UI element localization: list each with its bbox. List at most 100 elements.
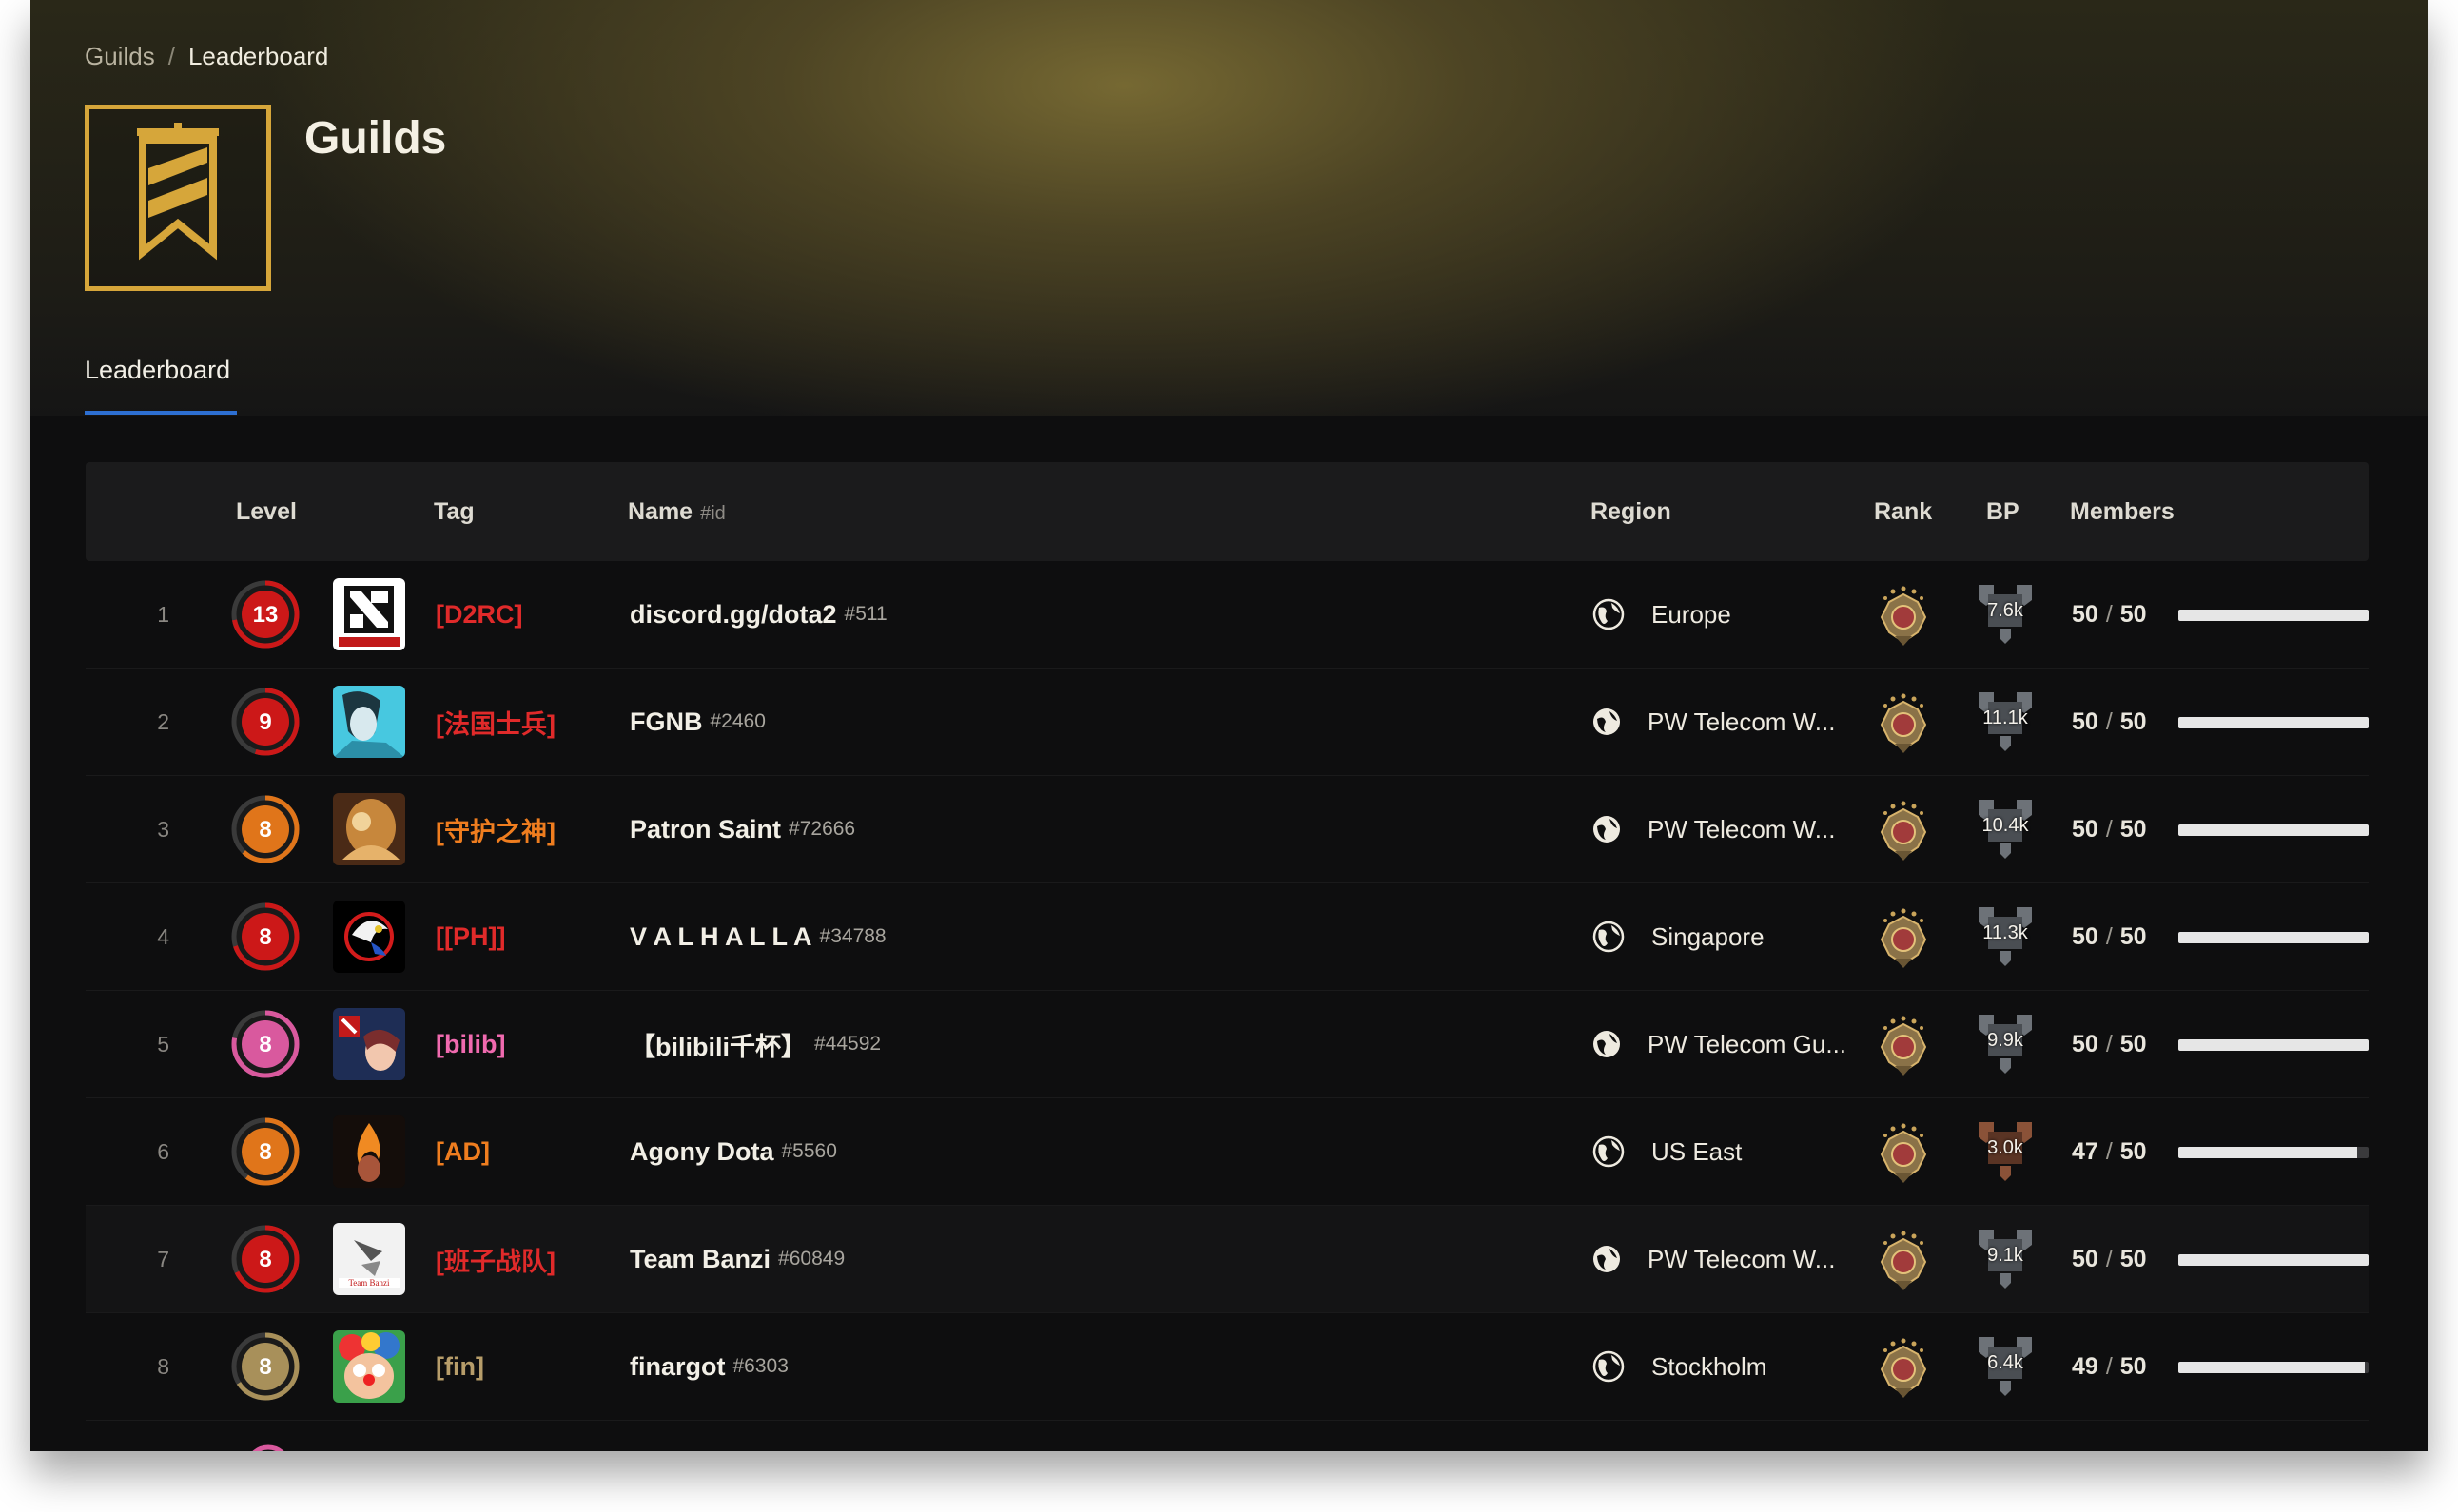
flame-avatar[interactable] — [333, 1115, 405, 1188]
guild-id: #2460 — [710, 710, 766, 732]
globe-icon — [1592, 1135, 1638, 1168]
guild-tag: [守护之神] — [436, 817, 556, 846]
battle-points: 9.1k — [1975, 1226, 2036, 1292]
guild-region: US East — [1592, 1098, 1742, 1205]
table-row[interactable]: 3 8 [守护之神] Patron Saint #72666 PW Telecom… — [86, 776, 2369, 883]
level-value: 8 — [259, 1247, 271, 1272]
level-value: 8 — [259, 1032, 271, 1057]
header-level[interactable]: Level — [236, 462, 297, 561]
guild-tag: [fin] — [436, 1351, 484, 1381]
member-count: 47/50 — [2072, 1137, 2147, 1165]
guild-tag: [班子战队] — [436, 1247, 556, 1276]
guild-name[interactable]: 【bilibili千杯】 #44592 — [630, 991, 881, 1097]
tab-leaderboard[interactable]: Leaderboard — [85, 356, 230, 385]
guild-header: Guilds / Leaderboard Guilds Leaderboard — [30, 0, 2428, 416]
header-name-id: #id — [700, 503, 726, 524]
region-label: PW Telecom Gu... — [1648, 1029, 1847, 1058]
guild-name[interactable]: Team Banzi #60849 — [630, 1206, 845, 1312]
member-capacity-fill — [2178, 1039, 2369, 1051]
clown-avatar[interactable] — [333, 1330, 405, 1403]
guild-tag: [bilib] — [436, 1029, 506, 1058]
guild-tag: [法国士兵] — [436, 709, 556, 739]
member-capacity-fill — [2178, 1254, 2369, 1266]
guild-tag: [D2RC] — [436, 599, 523, 629]
member-capacity: 50 — [2119, 708, 2147, 735]
guild-name-text: V A L H A L L A — [630, 921, 812, 951]
header-region[interactable]: Region — [1590, 462, 1671, 561]
header-tag[interactable]: Tag — [434, 462, 475, 561]
region-label: PW Telecom W... — [1648, 1244, 1836, 1273]
header-rank[interactable]: Rank — [1874, 462, 1932, 561]
dragon-emblem-avatar[interactable] — [333, 901, 405, 973]
row-position: 3 — [157, 816, 169, 842]
level-badge: 9 — [231, 688, 300, 756]
banner-icon — [137, 123, 219, 261]
guild-id: #511 — [844, 603, 888, 625]
golden-hero-avatar[interactable] — [333, 793, 405, 865]
guild-id: #72666 — [789, 818, 856, 840]
member-current: 47 — [2072, 1137, 2098, 1165]
level-badge: 13 — [231, 580, 300, 649]
battle-points: 11.1k — [1975, 688, 2036, 755]
region-icon — [1592, 708, 1634, 736]
page-title: Guilds — [304, 113, 447, 164]
guild-id: #34788 — [819, 925, 887, 947]
battle-points: 10.4k — [1975, 796, 2036, 863]
table-row[interactable]: 1 13 [D2RC] discord.gg/dota2 #511 Europe … — [86, 561, 2369, 669]
member-current: 50 — [2072, 815, 2098, 843]
dota-logo-avatar[interactable] — [333, 578, 405, 650]
table-row[interactable]: 4 8 [[PH]] V A L H A L L A #34788 Singapo… — [86, 883, 2369, 991]
guild-name[interactable]: Patron Saint #72666 — [630, 776, 855, 882]
guild-region: Singapore — [1592, 883, 1765, 990]
guild-name[interactable]: finargot #6303 — [630, 1313, 789, 1420]
level-value: 8 — [259, 817, 271, 843]
team-banzi-avatar[interactable]: Team Banzi — [333, 1223, 405, 1295]
member-current: 50 — [2072, 708, 2098, 735]
header-bp[interactable]: BP — [1986, 462, 2019, 561]
guild-name[interactable]: discord.gg/dota2 #511 — [630, 561, 888, 668]
guild-name[interactable]: FGNB #2460 — [630, 669, 766, 775]
member-capacity: 50 — [2119, 1137, 2147, 1165]
header-name[interactable]: Name #id — [628, 462, 726, 563]
member-count: 49/50 — [2072, 1352, 2147, 1380]
guild-name-text: Team Banzi — [630, 1244, 771, 1273]
table-row[interactable]: 2 9 [法国士兵] FGNB #2460 PW Telecom W... 11.… — [86, 669, 2369, 776]
bp-value: 10.4k — [1981, 815, 2029, 836]
member-capacity-fill — [2178, 610, 2369, 621]
member-capacity: 50 — [2119, 1352, 2147, 1380]
member-count: 50/50 — [2072, 1030, 2147, 1057]
level-badge: 8 — [231, 1332, 300, 1401]
table-row[interactable]: 7 8 Team Banzi [班子战队] Team Banzi #60849 P… — [86, 1206, 2369, 1313]
member-count: 50/50 — [2072, 815, 2147, 843]
guild-name[interactable]: V A L H A L L A #34788 — [630, 883, 887, 990]
hero-face-avatar[interactable] — [333, 686, 405, 758]
battle-points: 11.3k — [1975, 903, 2036, 970]
bp-value: 6.4k — [1987, 1352, 2023, 1373]
row-position: 5 — [157, 1031, 169, 1056]
table-row[interactable]: 8 8 [fin] finargot #6303 Stockholm 6.4k 4… — [86, 1313, 2369, 1421]
guild-id: #6303 — [732, 1355, 789, 1377]
guild-name-text: FGNB — [630, 707, 703, 736]
row-position: 4 — [157, 923, 169, 949]
breadcrumb-guilds-link[interactable]: Guilds — [85, 42, 155, 71]
header-members[interactable]: Members — [2070, 462, 2175, 561]
table-row[interactable]: 5 8 [bilib] 【bilibili千杯】 #44592 PW Teleco… — [86, 991, 2369, 1098]
guild-region: Stockholm — [1592, 1313, 1766, 1420]
rank-medal-icon — [1880, 693, 1927, 753]
anime-dota-avatar[interactable] — [333, 1008, 405, 1080]
member-capacity: 50 — [2119, 815, 2147, 843]
guild-name[interactable]: Agony Dota #5560 — [630, 1098, 837, 1205]
globe-icon — [1592, 921, 1638, 953]
leaderboard-table: Level Tag Name #id Region Rank BP Members… — [86, 462, 2369, 1421]
table-row[interactable]: 6 8 [AD] Agony Dota #5560 US East 3.0k 47… — [86, 1098, 2369, 1206]
member-capacity-bar — [2178, 610, 2369, 621]
region-label: PW Telecom W... — [1648, 814, 1836, 843]
level-value: 8 — [259, 924, 271, 950]
breadcrumb: Guilds / Leaderboard — [85, 42, 328, 71]
level-badge: 8 — [231, 902, 300, 971]
level-badge: 8 — [231, 795, 300, 863]
row-position: 1 — [157, 601, 169, 627]
guild-name-text: Patron Saint — [630, 814, 782, 843]
level-value: 9 — [259, 709, 271, 735]
level-badge: 8 — [231, 1117, 300, 1186]
